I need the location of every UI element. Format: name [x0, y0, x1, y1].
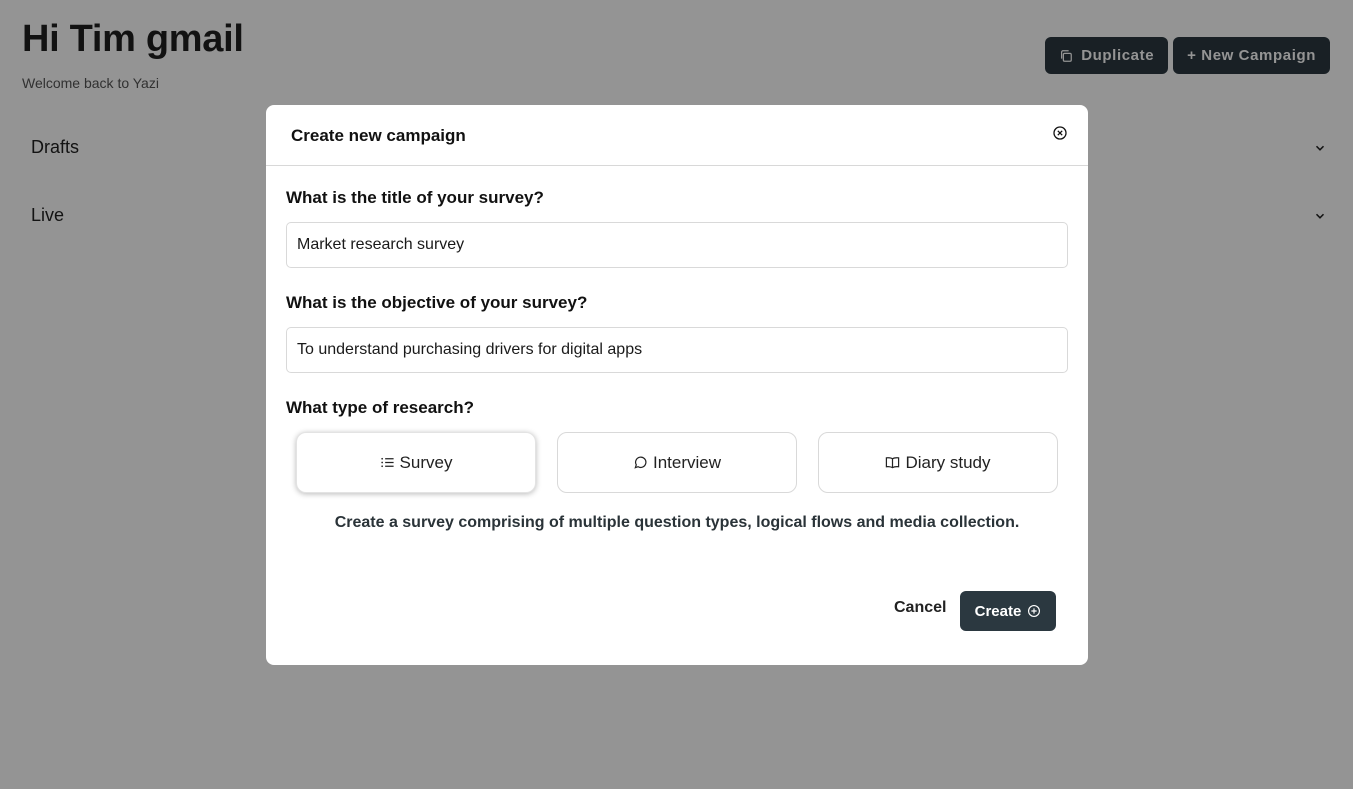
research-type-interview-option[interactable]: Interview: [557, 432, 797, 493]
research-type-diary-study-option[interactable]: Diary study: [818, 432, 1058, 493]
research-type-description: Create a survey comprising of multiple q…: [334, 514, 1020, 531]
plus-circle-icon: [1027, 604, 1041, 618]
modal-header: Create new campaign: [266, 105, 1088, 166]
open-book-icon: [885, 455, 900, 470]
cancel-button[interactable]: Cancel: [894, 599, 946, 617]
interview-option-label: Interview: [652, 452, 722, 472]
survey-option-label: Survey: [399, 452, 453, 472]
close-icon[interactable]: [1052, 125, 1068, 141]
create-label: Create: [974, 602, 1022, 620]
research-type-question-label: What type of research?: [286, 398, 474, 417]
diary-study-option-label: Diary study: [905, 452, 991, 472]
title-question-label: What is the title of your survey?: [286, 188, 544, 207]
chat-bubble-icon: [633, 455, 648, 470]
research-type-survey-option[interactable]: Survey: [296, 432, 536, 493]
survey-objective-input[interactable]: [286, 327, 1068, 373]
create-button[interactable]: Create: [960, 591, 1056, 631]
modal-title: Create new campaign: [291, 126, 466, 145]
objective-question-label: What is the objective of your survey?: [286, 293, 588, 312]
create-campaign-modal: Create new campaign What is the title of…: [266, 105, 1088, 665]
survey-title-input[interactable]: [286, 222, 1068, 268]
research-type-options: Survey Interview Diary study: [296, 432, 1058, 493]
list-icon: [380, 455, 395, 470]
